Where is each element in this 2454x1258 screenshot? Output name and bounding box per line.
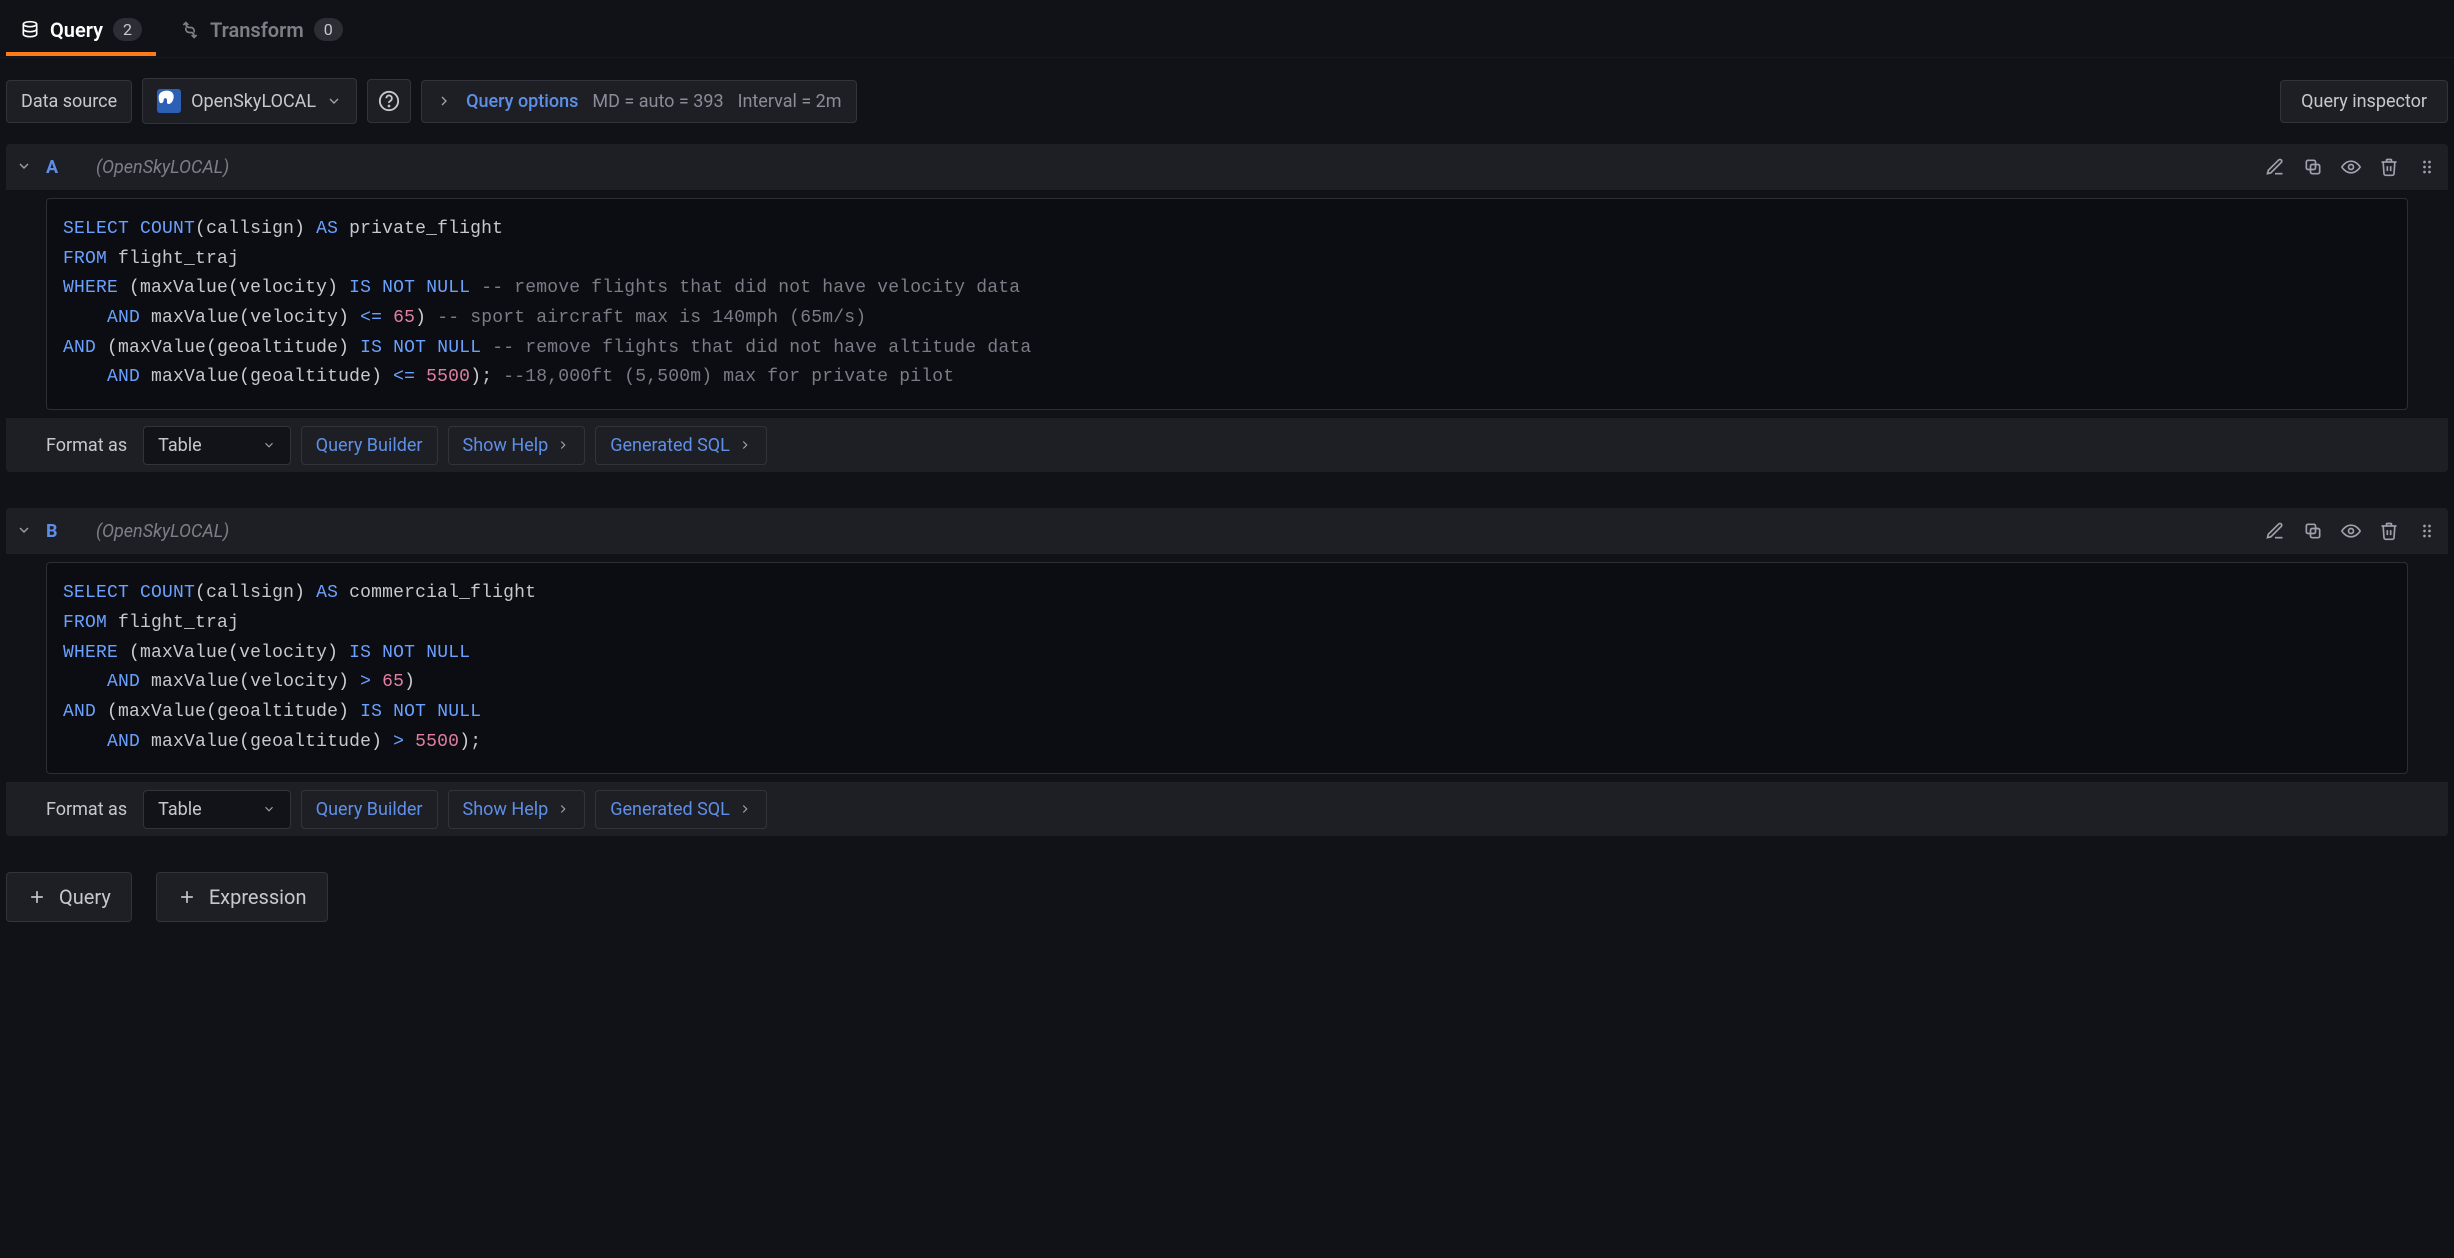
generated-sql-button[interactable]: Generated SQL [595, 426, 767, 465]
add-query-button[interactable]: Query [6, 872, 132, 922]
show-help-button[interactable]: Show Help [448, 790, 586, 829]
generated-sql-button[interactable]: Generated SQL [595, 790, 767, 829]
data-source-label: Data source [6, 80, 132, 123]
tab-transform-label: Transform [210, 18, 304, 42]
query-datasource-name: (OpenSkyLOCAL) [96, 157, 229, 178]
chevron-right-icon [738, 438, 752, 452]
eye-icon [2341, 157, 2361, 177]
query-card: B (OpenSkyLOCAL) SELECT C [6, 508, 2448, 836]
query-ref-letter: B [46, 521, 96, 542]
query-options-md: MD = auto = 393 [592, 91, 723, 112]
drag-handle-button[interactable] [2416, 520, 2438, 542]
add-query-label: Query [59, 885, 111, 909]
eye-button[interactable] [2340, 520, 2362, 542]
show-help-button[interactable]: Show Help [448, 426, 586, 465]
query-datasource-name: (OpenSkyLOCAL) [96, 521, 229, 542]
format-as-value: Table [158, 435, 202, 456]
transform-icon [180, 20, 200, 40]
edit-button[interactable] [2264, 520, 2286, 542]
chevron-right-icon [436, 93, 452, 109]
edit-icon [2265, 521, 2285, 541]
chevron-down-icon [326, 93, 342, 109]
data-source-label-text: Data source [21, 91, 117, 112]
query-footer: Format as Table Query Builder Show Help … [6, 782, 2448, 836]
tab-transform[interactable]: Transform 0 [166, 2, 357, 56]
query-inspector-button[interactable]: Query inspector [2280, 80, 2448, 123]
add-expression-button[interactable]: Expression [156, 872, 328, 922]
query-builder-button[interactable]: Query Builder [301, 790, 438, 829]
query-toolbar: Data source OpenSkyLOCAL Query options M… [0, 58, 2454, 144]
copy-button[interactable] [2302, 520, 2324, 542]
query-options-label: Query options [466, 91, 578, 112]
query-header-actions [2264, 520, 2438, 542]
chevron-right-icon [556, 438, 570, 452]
chevron-down-icon [262, 802, 276, 816]
query-builder-label: Query Builder [316, 799, 423, 820]
copy-icon [2303, 521, 2323, 541]
edit-icon [2265, 157, 2285, 177]
format-as-label: Format as [46, 435, 127, 456]
format-as-select[interactable]: Table [143, 790, 291, 829]
chevron-down-icon [16, 522, 34, 540]
data-source-select[interactable]: OpenSkyLOCAL [142, 78, 357, 124]
query-inspector-label: Query inspector [2301, 91, 2427, 112]
postgres-icon [157, 89, 181, 113]
add-expression-label: Expression [209, 885, 307, 909]
tab-query-badge: 2 [113, 18, 142, 41]
trash-icon [2379, 157, 2399, 177]
format-as-select[interactable]: Table [143, 426, 291, 465]
query-footer: Format as Table Query Builder Show Help … [6, 418, 2448, 472]
generated-sql-label: Generated SQL [610, 799, 730, 820]
query-options-button[interactable]: Query options MD = auto = 393 Interval =… [421, 80, 856, 123]
format-as-label: Format as [46, 799, 127, 820]
chevron-right-icon [738, 802, 752, 816]
sql-editor[interactable]: SELECT COUNT(callsign) AS private_flight… [46, 198, 2408, 410]
query-ref-letter: A [46, 157, 96, 178]
chevron-right-icon [556, 802, 570, 816]
query-header[interactable]: B (OpenSkyLOCAL) [6, 508, 2448, 554]
drag-handle-button[interactable] [2416, 156, 2438, 178]
help-icon [378, 90, 400, 112]
query-builder-label: Query Builder [316, 435, 423, 456]
show-help-label: Show Help [463, 799, 549, 820]
query-card: A (OpenSkyLOCAL) SELECT C [6, 144, 2448, 472]
query-options-interval: Interval = 2m [738, 91, 842, 112]
show-help-label: Show Help [463, 435, 549, 456]
editor-tabs: Query 2 Transform 0 [0, 0, 2454, 58]
chevron-down-icon [262, 438, 276, 452]
query-header-actions [2264, 156, 2438, 178]
plus-icon [27, 887, 47, 907]
chevron-down-icon [16, 158, 34, 176]
tab-query[interactable]: Query 2 [6, 2, 156, 56]
trash-button[interactable] [2378, 520, 2400, 542]
drag-handle-icon [2417, 521, 2437, 541]
add-actions-row: Query Expression [0, 872, 2454, 922]
query-builder-button[interactable]: Query Builder [301, 426, 438, 465]
data-source-value: OpenSkyLOCAL [191, 91, 316, 112]
trash-button[interactable] [2378, 156, 2400, 178]
tab-query-label: Query [50, 18, 103, 42]
eye-icon [2341, 521, 2361, 541]
format-as-value: Table [158, 799, 202, 820]
eye-button[interactable] [2340, 156, 2362, 178]
generated-sql-label: Generated SQL [610, 435, 730, 456]
data-source-help-button[interactable] [367, 79, 411, 123]
query-header[interactable]: A (OpenSkyLOCAL) [6, 144, 2448, 190]
database-icon [20, 20, 40, 40]
tab-transform-badge: 0 [314, 18, 343, 41]
plus-icon [177, 887, 197, 907]
drag-handle-icon [2417, 157, 2437, 177]
edit-button[interactable] [2264, 156, 2286, 178]
copy-button[interactable] [2302, 156, 2324, 178]
trash-icon [2379, 521, 2399, 541]
sql-editor[interactable]: SELECT COUNT(callsign) AS commercial_fli… [46, 562, 2408, 774]
copy-icon [2303, 157, 2323, 177]
